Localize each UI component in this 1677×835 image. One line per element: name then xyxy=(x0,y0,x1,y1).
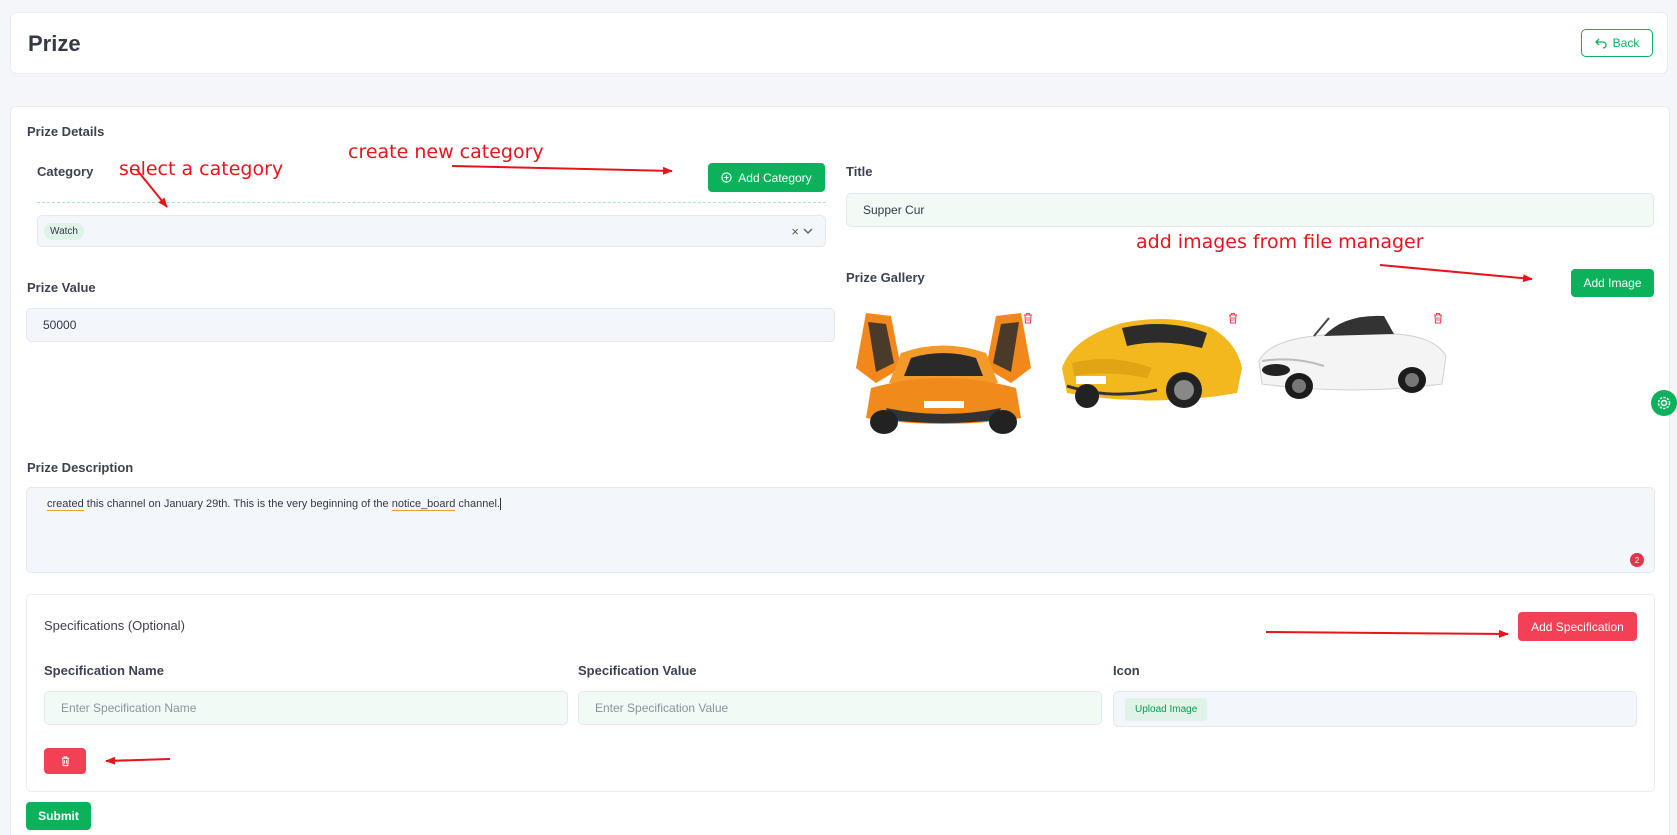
delete-image-1-icon[interactable] xyxy=(1022,312,1034,324)
category-select[interactable]: Watch × xyxy=(37,215,826,247)
category-divider xyxy=(37,202,826,203)
annotation-add-images: add images from file manager xyxy=(1136,231,1424,253)
specifications-title: Specifications (Optional) xyxy=(44,618,185,633)
trash-icon xyxy=(61,756,69,767)
yellow-sports-car-image xyxy=(1062,319,1242,408)
prize-gallery-label: Prize Gallery xyxy=(846,270,925,285)
back-button-label: Back xyxy=(1612,36,1640,50)
annotation-create-category: create new category xyxy=(348,141,544,163)
add-specification-button[interactable]: Add Specification xyxy=(1518,612,1637,641)
title-label: Title xyxy=(846,164,873,179)
delete-image-2-icon[interactable] xyxy=(1227,312,1239,324)
delete-image-3-icon[interactable] xyxy=(1432,312,1444,324)
add-image-label: Add Image xyxy=(1583,276,1642,290)
back-button[interactable]: Back xyxy=(1581,29,1653,57)
delete-specification-button[interactable] xyxy=(44,748,86,774)
icon-label: Icon xyxy=(1113,663,1140,678)
back-arrow-icon xyxy=(1594,38,1607,49)
prize-value-label: Prize Value xyxy=(27,280,96,295)
prize-description-label: Prize Description xyxy=(27,460,134,475)
orange-supercar-image xyxy=(856,313,1031,434)
icon-upload-field: Upload Image xyxy=(1113,691,1637,727)
description-text: created this channel on January 29th. Th… xyxy=(47,498,501,511)
prize-value-input[interactable]: 50000 xyxy=(26,308,835,342)
gear-icon xyxy=(1657,396,1671,410)
specification-name-label: Specification Name xyxy=(44,663,164,678)
specification-value-input[interactable]: Enter Specification Value xyxy=(578,691,1102,725)
submit-button[interactable]: Submit xyxy=(26,802,91,830)
title-input[interactable]: Supper Cur xyxy=(846,193,1654,227)
add-category-button[interactable]: Add Category xyxy=(708,163,825,192)
plus-circle-icon xyxy=(721,172,732,183)
prize-details-title: Prize Details xyxy=(27,124,105,139)
add-image-button[interactable]: Add Image xyxy=(1571,269,1654,297)
submit-label: Submit xyxy=(38,809,79,823)
settings-button[interactable] xyxy=(1651,390,1677,416)
annotation-select-category: select a category xyxy=(119,158,284,180)
header-card: Prize Back xyxy=(10,12,1668,74)
upload-image-button[interactable]: Upload Image xyxy=(1125,697,1208,721)
chevron-down-icon[interactable] xyxy=(803,228,813,235)
clear-icon[interactable]: × xyxy=(791,224,799,239)
notification-badge: 2 xyxy=(1630,553,1644,567)
specification-name-placeholder: Enter Specification Name xyxy=(61,701,197,715)
category-label: Category xyxy=(37,164,94,179)
page-title: Prize xyxy=(28,31,81,56)
add-category-label: Add Category xyxy=(738,170,812,185)
specification-name-input[interactable]: Enter Specification Name xyxy=(44,691,568,725)
add-specification-label: Add Specification xyxy=(1531,619,1624,634)
category-tag: Watch xyxy=(44,222,84,240)
white-convertible-image xyxy=(1258,315,1447,399)
specification-value-placeholder: Enter Specification Value xyxy=(595,701,729,715)
specification-value-label: Specification Value xyxy=(578,663,697,678)
prize-description-textarea[interactable]: created this channel on January 29th. Th… xyxy=(26,487,1655,573)
